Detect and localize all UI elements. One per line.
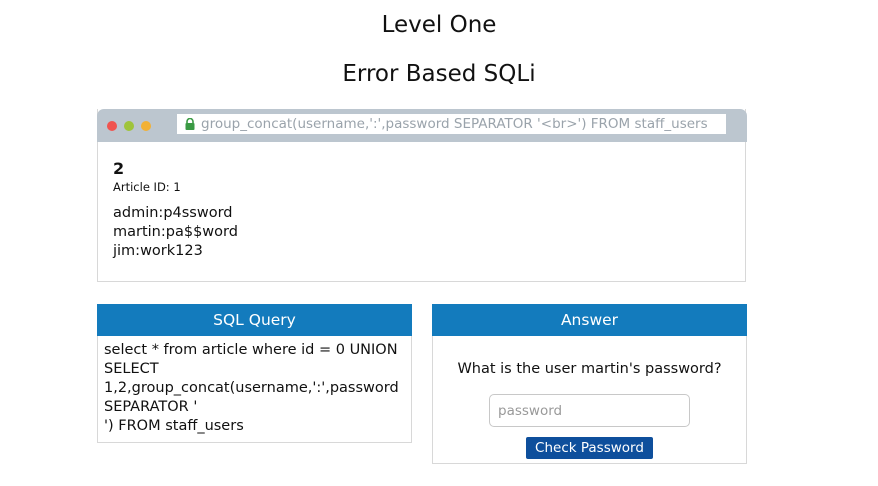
page-title: Level One — [381, 12, 497, 38]
password-input[interactable] — [489, 394, 690, 427]
browser-bar: group_concat(username,':',password SEPAR… — [97, 109, 747, 142]
output-line: admin:p4ssword — [113, 205, 233, 221]
sql-line: 1,2,group_concat(username,':',password — [104, 380, 399, 396]
answer-panel: Answer What is the user martin's passwor… — [432, 304, 747, 464]
answer-header: Answer — [432, 304, 747, 336]
sql-query-text: select * from article where id = 0 UNION… — [98, 336, 411, 441]
sql-line: SELECT — [104, 361, 159, 377]
query-output: admin:p4ssword martin:pa$$word jim:work1… — [113, 204, 238, 261]
page-subtitle: Error Based SQLi — [342, 61, 536, 87]
maximize-dot-icon — [141, 121, 151, 131]
sql-line: select * from article where id = 0 UNION — [104, 342, 398, 358]
article-id: Article ID: 1 — [113, 180, 181, 194]
sql-query-panel: SQL Query select * from article where id… — [97, 304, 412, 443]
minimize-dot-icon — [124, 121, 134, 131]
sql-query-header: SQL Query — [97, 304, 412, 336]
article-content: 2 Article ID: 1 admin:p4ssword martin:pa… — [113, 159, 238, 261]
address-bar[interactable]: group_concat(username,':',password SEPAR… — [177, 114, 726, 134]
address-bar-url: group_concat(username,':',password SEPAR… — [201, 116, 708, 132]
sql-line: ') FROM staff_users — [104, 418, 244, 434]
sql-line: SEPARATOR ' — [104, 399, 198, 415]
output-line: martin:pa$$word — [113, 224, 238, 240]
question-text: What is the user martin's password? — [457, 361, 722, 377]
check-password-button[interactable]: Check Password — [526, 437, 653, 459]
close-dot-icon — [107, 121, 117, 131]
lock-icon — [185, 118, 195, 130]
output-line: jim:work123 — [113, 243, 203, 259]
article-number: 2 — [113, 159, 125, 178]
browser-mockup: group_concat(username,':',password SEPAR… — [97, 109, 747, 282]
